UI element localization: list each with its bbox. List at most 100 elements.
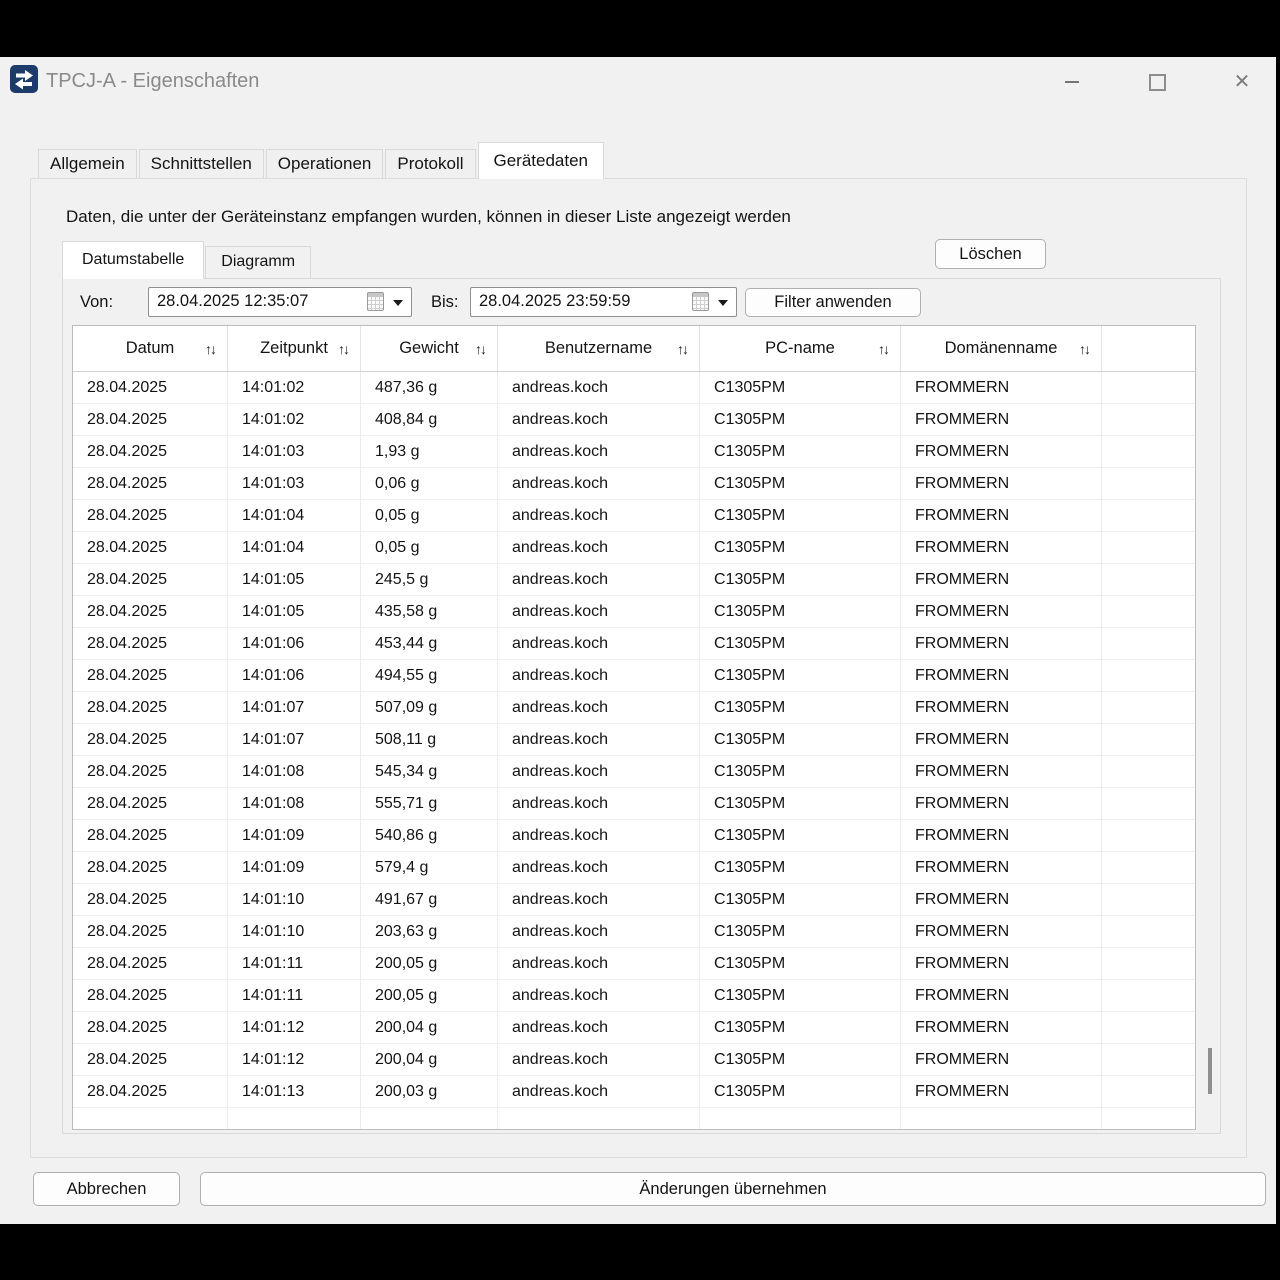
sort-icon[interactable]: ↑↓: [878, 341, 888, 357]
table-cell[interactable]: C1305PM: [700, 660, 901, 691]
table-cell[interactable]: 508,11 g: [361, 724, 498, 755]
table-cell[interactable]: 28.04.2025: [73, 756, 228, 787]
table-row[interactable]: 28.04.202514:01:10491,67 gandreas.kochC1…: [73, 884, 1195, 916]
dropdown-arrow-icon[interactable]: [718, 300, 728, 306]
tab-ger-tedaten[interactable]: Gerätedaten: [478, 142, 605, 179]
column-header-datum[interactable]: Datum↑↓: [73, 326, 228, 371]
table-cell[interactable]: FROMMERN: [901, 1012, 1102, 1043]
table-cell[interactable]: FROMMERN: [901, 980, 1102, 1011]
table-cell[interactable]: FROMMERN: [901, 1076, 1102, 1107]
table-row[interactable]: 28.04.202514:01:11200,05 gandreas.kochC1…: [73, 980, 1195, 1012]
column-header-zeitpunkt[interactable]: Zeitpunkt↑↓: [228, 326, 361, 371]
table-cell[interactable]: 28.04.2025: [73, 628, 228, 659]
table-cell[interactable]: 14:01:08: [228, 788, 361, 819]
table-cell[interactable]: andreas.koch: [498, 1012, 700, 1043]
table-cell[interactable]: 28.04.2025: [73, 564, 228, 595]
table-cell[interactable]: FROMMERN: [901, 372, 1102, 403]
subtab-datumstabelle[interactable]: Datumstabelle: [62, 241, 204, 279]
table-cell[interactable]: FROMMERN: [901, 628, 1102, 659]
table-cell[interactable]: 540,86 g: [361, 820, 498, 851]
table-cell[interactable]: 435,58 g: [361, 596, 498, 627]
table-cell[interactable]: 14:01:04: [228, 532, 361, 563]
column-header-benutzername[interactable]: Benutzername↑↓: [498, 326, 700, 371]
table-cell[interactable]: andreas.koch: [498, 948, 700, 979]
table-cell[interactable]: 1,93 g: [361, 436, 498, 467]
table-cell[interactable]: 14:01:08: [228, 756, 361, 787]
table-cell[interactable]: 14:01:03: [228, 436, 361, 467]
table-cell[interactable]: 14:01:13: [228, 1076, 361, 1107]
table-cell[interactable]: 28.04.2025: [73, 820, 228, 851]
table-cell[interactable]: C1305PM: [700, 852, 901, 883]
bis-datetime-input[interactable]: 28.04.2025 23:59:59: [470, 287, 737, 317]
table-cell[interactable]: andreas.koch: [498, 532, 700, 563]
table-cell[interactable]: FROMMERN: [901, 756, 1102, 787]
table-cell[interactable]: FROMMERN: [901, 564, 1102, 595]
table-cell[interactable]: 203,63 g: [361, 916, 498, 947]
table-cell[interactable]: andreas.koch: [498, 820, 700, 851]
table-row[interactable]: 28.04.202514:01:05245,5 gandreas.kochC13…: [73, 564, 1195, 596]
table-cell[interactable]: FROMMERN: [901, 916, 1102, 947]
table-cell[interactable]: C1305PM: [700, 1044, 901, 1075]
table-cell[interactable]: andreas.koch: [498, 628, 700, 659]
table-cell[interactable]: 487,36 g: [361, 372, 498, 403]
table-cell[interactable]: andreas.koch: [498, 500, 700, 531]
table-cell[interactable]: andreas.koch: [498, 724, 700, 755]
sort-icon[interactable]: ↑↓: [1079, 341, 1089, 357]
table-cell[interactable]: 14:01:05: [228, 596, 361, 627]
table-cell[interactable]: 14:01:02: [228, 404, 361, 435]
table-cell[interactable]: 14:01:03: [228, 468, 361, 499]
table-cell[interactable]: FROMMERN: [901, 596, 1102, 627]
sort-icon[interactable]: ↑↓: [205, 341, 215, 357]
table-cell[interactable]: C1305PM: [700, 436, 901, 467]
table-row[interactable]: 28.04.202514:01:06494,55 gandreas.kochC1…: [73, 660, 1195, 692]
table-cell[interactable]: andreas.koch: [498, 596, 700, 627]
table-cell[interactable]: 28.04.2025: [73, 724, 228, 755]
abbrechen-button[interactable]: Abbrechen: [33, 1172, 180, 1206]
calendar-icon[interactable]: [367, 292, 384, 311]
table-cell[interactable]: 14:01:09: [228, 852, 361, 883]
table-row[interactable]: 28.04.202514:01:13200,03 gandreas.kochC1…: [73, 1076, 1195, 1108]
tab-schnittstellen[interactable]: Schnittstellen: [139, 149, 264, 178]
table-cell[interactable]: 14:01:07: [228, 692, 361, 723]
table-cell[interactable]: C1305PM: [700, 884, 901, 915]
table-cell[interactable]: FROMMERN: [901, 532, 1102, 563]
column-header-gewicht[interactable]: Gewicht↑↓: [361, 326, 498, 371]
table-cell[interactable]: C1305PM: [700, 820, 901, 851]
table-row[interactable]: 28.04.202514:01:040,05 gandreas.kochC130…: [73, 500, 1195, 532]
table-cell[interactable]: C1305PM: [700, 596, 901, 627]
table-cell[interactable]: andreas.koch: [498, 692, 700, 723]
table-row[interactable]: 28.04.202514:01:02487,36 gandreas.kochC1…: [73, 372, 1195, 404]
table-cell[interactable]: andreas.koch: [498, 468, 700, 499]
table-cell[interactable]: andreas.koch: [498, 660, 700, 691]
table-cell[interactable]: C1305PM: [700, 980, 901, 1011]
table-cell[interactable]: 28.04.2025: [73, 404, 228, 435]
table-cell[interactable]: 200,04 g: [361, 1012, 498, 1043]
table-cell[interactable]: 14:01:11: [228, 980, 361, 1011]
column-header-dom-nenname[interactable]: Domänenname↑↓: [901, 326, 1102, 371]
table-cell[interactable]: 28.04.2025: [73, 436, 228, 467]
tab-protokoll[interactable]: Protokoll: [385, 149, 475, 178]
table-cell[interactable]: andreas.koch: [498, 852, 700, 883]
table-cell[interactable]: 28.04.2025: [73, 980, 228, 1011]
table-cell[interactable]: 200,05 g: [361, 980, 498, 1011]
table-cell[interactable]: 14:01:09: [228, 820, 361, 851]
table-cell[interactable]: andreas.koch: [498, 404, 700, 435]
table-cell[interactable]: 28.04.2025: [73, 660, 228, 691]
table-row[interactable]: 28.04.202514:01:031,93 gandreas.kochC130…: [73, 436, 1195, 468]
table-cell[interactable]: 0,05 g: [361, 500, 498, 531]
table-cell[interactable]: andreas.koch: [498, 884, 700, 915]
table-cell[interactable]: andreas.koch: [498, 564, 700, 595]
table-cell[interactable]: FROMMERN: [901, 724, 1102, 755]
table-cell[interactable]: 579,4 g: [361, 852, 498, 883]
table-cell[interactable]: C1305PM: [700, 724, 901, 755]
close-button[interactable]: ✕: [1219, 59, 1265, 105]
table-cell[interactable]: 28.04.2025: [73, 852, 228, 883]
table-cell[interactable]: C1305PM: [700, 1076, 901, 1107]
table-cell[interactable]: C1305PM: [700, 692, 901, 723]
table-cell[interactable]: 0,05 g: [361, 532, 498, 563]
table-cell[interactable]: 28.04.2025: [73, 500, 228, 531]
table-row[interactable]: 28.04.202514:01:040,05 gandreas.kochC130…: [73, 532, 1195, 564]
subtab-diagramm[interactable]: Diagramm: [205, 246, 311, 278]
table-cell[interactable]: C1305PM: [700, 468, 901, 499]
tab-allgemein[interactable]: Allgemein: [38, 149, 137, 178]
